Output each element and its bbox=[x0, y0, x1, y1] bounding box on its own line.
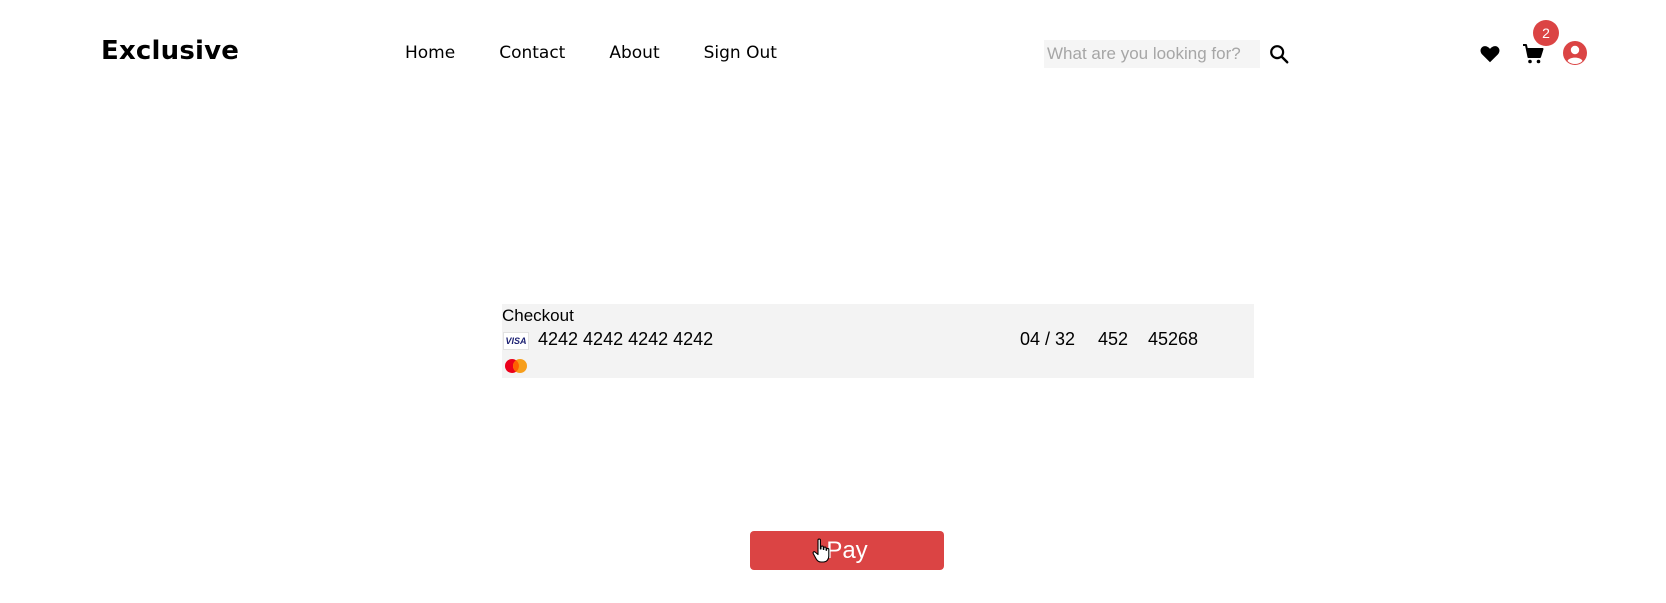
logo[interactable]: Exclusive bbox=[101, 36, 239, 66]
pay-button[interactable]: Pay bbox=[750, 531, 944, 570]
main-nav: Home Contact About Sign Out bbox=[405, 43, 821, 63]
search-box bbox=[1044, 40, 1260, 68]
visa-card-icon: VISA bbox=[503, 332, 529, 350]
cart-icon[interactable] bbox=[1521, 42, 1545, 66]
card-zip-field[interactable]: 45268 bbox=[1148, 329, 1198, 350]
heart-icon[interactable] bbox=[1479, 43, 1501, 65]
nav-home-link[interactable]: Home bbox=[405, 43, 455, 63]
user-icon[interactable] bbox=[1562, 40, 1588, 66]
header: Exclusive Home Contact About Sign Out 2 bbox=[0, 0, 1666, 108]
search-input[interactable] bbox=[1044, 44, 1259, 64]
search-icon[interactable] bbox=[1268, 43, 1290, 65]
nav-contact-link[interactable]: Contact bbox=[499, 43, 565, 63]
card-cvc-field[interactable]: 452 bbox=[1098, 329, 1128, 350]
nav-sign-out-link[interactable]: Sign Out bbox=[704, 43, 777, 63]
mastercard-icon bbox=[505, 359, 527, 373]
nav-about-link[interactable]: About bbox=[609, 43, 659, 63]
checkout-title: Checkout bbox=[502, 306, 574, 325]
cart-count-badge: 2 bbox=[1533, 20, 1559, 46]
card-number-field[interactable]: 4242 4242 4242 4242 bbox=[538, 329, 713, 350]
card-expiry-field[interactable]: 04 / 32 bbox=[1020, 329, 1075, 350]
